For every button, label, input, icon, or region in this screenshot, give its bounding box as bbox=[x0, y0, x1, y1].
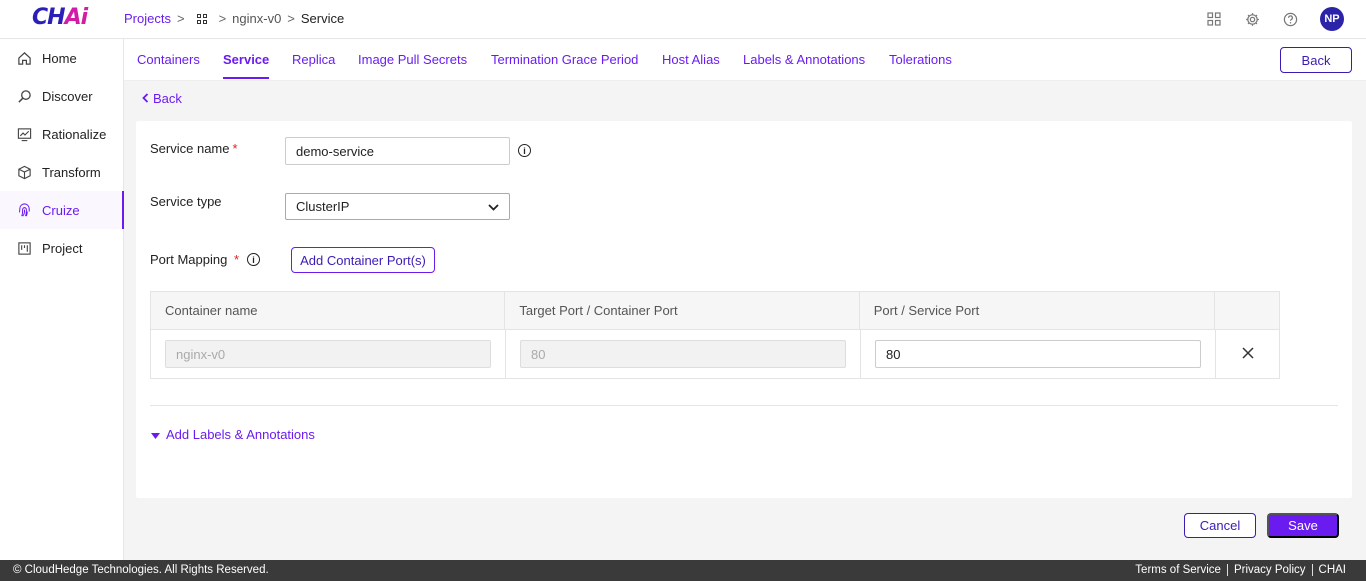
cube-icon bbox=[16, 164, 32, 180]
sidebar-item-discover[interactable]: Discover bbox=[0, 77, 123, 115]
tab-replica[interactable]: Replica bbox=[292, 52, 335, 67]
back-button[interactable]: Back bbox=[1280, 47, 1352, 73]
table-header: Container name Target Port / Container P… bbox=[151, 292, 1279, 330]
chai-logo[interactable]: CHAi bbox=[32, 5, 89, 30]
tab-host-alias[interactable]: Host Alias bbox=[662, 52, 720, 67]
header-service-port: Port / Service Port bbox=[860, 292, 1216, 329]
sidebar-item-label: Cruize bbox=[42, 202, 80, 218]
breadcrumb: Projects > > nginx-v0 > Service bbox=[124, 11, 344, 26]
cell-service-port bbox=[861, 330, 1216, 378]
sidebar-item-label: Transform bbox=[42, 164, 101, 180]
table-row: nginx-v0 80 bbox=[151, 330, 1279, 378]
chai-link[interactable]: CHAI bbox=[1311, 564, 1352, 576]
fingerprint-icon bbox=[16, 202, 32, 218]
terms-link[interactable]: Terms of Service bbox=[1129, 564, 1227, 576]
cell-container-name: nginx-v0 bbox=[151, 330, 506, 378]
add-container-ports-button[interactable]: Add Container Port(s) bbox=[291, 247, 435, 273]
header-target-port: Target Port / Container Port bbox=[505, 292, 860, 329]
info-icon[interactable]: i bbox=[247, 253, 260, 266]
top-bar: CHAi Projects > > nginx-v0 > Service NP bbox=[0, 0, 1366, 39]
tab-bar: Containers Service Replica Image Pull Se… bbox=[124, 39, 1366, 81]
chevron-down-icon bbox=[488, 199, 499, 214]
save-button[interactable]: Save bbox=[1267, 513, 1339, 538]
sidebar-item-label: Home bbox=[42, 50, 77, 66]
gear-icon[interactable] bbox=[1244, 11, 1260, 27]
tab-image-pull-secrets[interactable]: Image Pull Secrets bbox=[358, 52, 467, 67]
apps-grid-icon[interactable] bbox=[1206, 11, 1222, 27]
breadcrumb-projects[interactable]: Projects bbox=[124, 11, 171, 26]
cell-actions bbox=[1216, 330, 1279, 378]
container-name-field: nginx-v0 bbox=[165, 340, 491, 368]
back-link-label: Back bbox=[153, 91, 182, 106]
top-icons: NP bbox=[1206, 7, 1344, 31]
caret-down-icon bbox=[151, 427, 160, 442]
cancel-button[interactable]: Cancel bbox=[1184, 513, 1256, 538]
header-container-name: Container name bbox=[151, 292, 506, 329]
home-icon bbox=[16, 50, 32, 66]
tab-tolerations[interactable]: Tolerations bbox=[889, 52, 952, 67]
chevron-right-icon: > bbox=[287, 11, 295, 26]
sidebar-item-rationalize[interactable]: Rationalize bbox=[0, 115, 123, 153]
info-icon[interactable]: i bbox=[518, 144, 531, 157]
footer: © CloudHedge Technologies. All Rights Re… bbox=[0, 560, 1366, 581]
breadcrumb-project[interactable]: nginx-v0 bbox=[232, 11, 281, 26]
footer-links: Terms of Service Privacy Policy CHAI bbox=[1129, 564, 1352, 576]
sidebar-item-home[interactable]: Home bbox=[0, 39, 123, 77]
service-port-input[interactable] bbox=[875, 340, 1201, 368]
service-type-value: ClusterIP bbox=[296, 199, 350, 214]
tab-containers[interactable]: Containers bbox=[137, 52, 200, 67]
help-icon[interactable] bbox=[1282, 11, 1298, 27]
add-labels-label: Add Labels & Annotations bbox=[166, 427, 315, 442]
sidebar: Home Discover Rationalize Transform Crui… bbox=[0, 39, 124, 560]
chevron-right-icon: > bbox=[176, 11, 185, 26]
target-port-field: 80 bbox=[520, 340, 846, 368]
divider bbox=[150, 405, 1338, 406]
port-mapping-label-text: Port Mapping bbox=[150, 252, 228, 267]
project-grid-icon[interactable] bbox=[196, 13, 207, 24]
port-mapping-table: Container name Target Port / Container P… bbox=[150, 291, 1280, 379]
close-icon[interactable] bbox=[1241, 346, 1254, 362]
chevron-left-icon bbox=[142, 91, 149, 106]
logo-accent-text: Ai bbox=[64, 5, 89, 30]
service-type-select[interactable]: ClusterIP bbox=[285, 193, 510, 220]
header-actions bbox=[1215, 292, 1279, 329]
board-icon bbox=[16, 240, 32, 256]
user-avatar[interactable]: NP bbox=[1320, 7, 1344, 31]
service-name-input[interactable] bbox=[285, 137, 510, 165]
breadcrumb-current: Service bbox=[300, 11, 345, 26]
required-mark: * bbox=[233, 252, 240, 267]
chevron-right-icon: > bbox=[218, 11, 227, 26]
sidebar-item-label: Project bbox=[42, 240, 83, 256]
service-name-label-text: Service name bbox=[150, 141, 230, 156]
back-link[interactable]: Back bbox=[142, 91, 182, 106]
logo-text: CH bbox=[32, 5, 66, 30]
tab-service[interactable]: Service bbox=[223, 52, 270, 79]
chart-icon bbox=[16, 126, 32, 142]
privacy-link[interactable]: Privacy Policy bbox=[1226, 564, 1312, 576]
required-mark: * bbox=[232, 141, 238, 156]
tab-labels-annotations[interactable]: Labels & Annotations bbox=[743, 52, 865, 67]
sidebar-item-cruize[interactable]: Cruize bbox=[0, 191, 124, 229]
tab-termination-grace-period[interactable]: Termination Grace Period bbox=[491, 52, 638, 67]
sidebar-item-label: Discover bbox=[42, 88, 93, 104]
add-labels-annotations-toggle[interactable]: Add Labels & Annotations bbox=[151, 427, 315, 442]
cell-target-port: 80 bbox=[506, 330, 861, 378]
copyright-text: © CloudHedge Technologies. All Rights Re… bbox=[13, 564, 269, 576]
sidebar-item-project[interactable]: Project bbox=[0, 229, 123, 267]
search-icon bbox=[16, 88, 32, 104]
sidebar-item-label: Rationalize bbox=[42, 126, 107, 142]
sidebar-item-transform[interactable]: Transform bbox=[0, 153, 123, 191]
service-name-label: Service name * bbox=[150, 141, 238, 156]
service-type-label: Service type bbox=[150, 194, 222, 209]
port-mapping-label: Port Mapping * bbox=[150, 252, 239, 267]
